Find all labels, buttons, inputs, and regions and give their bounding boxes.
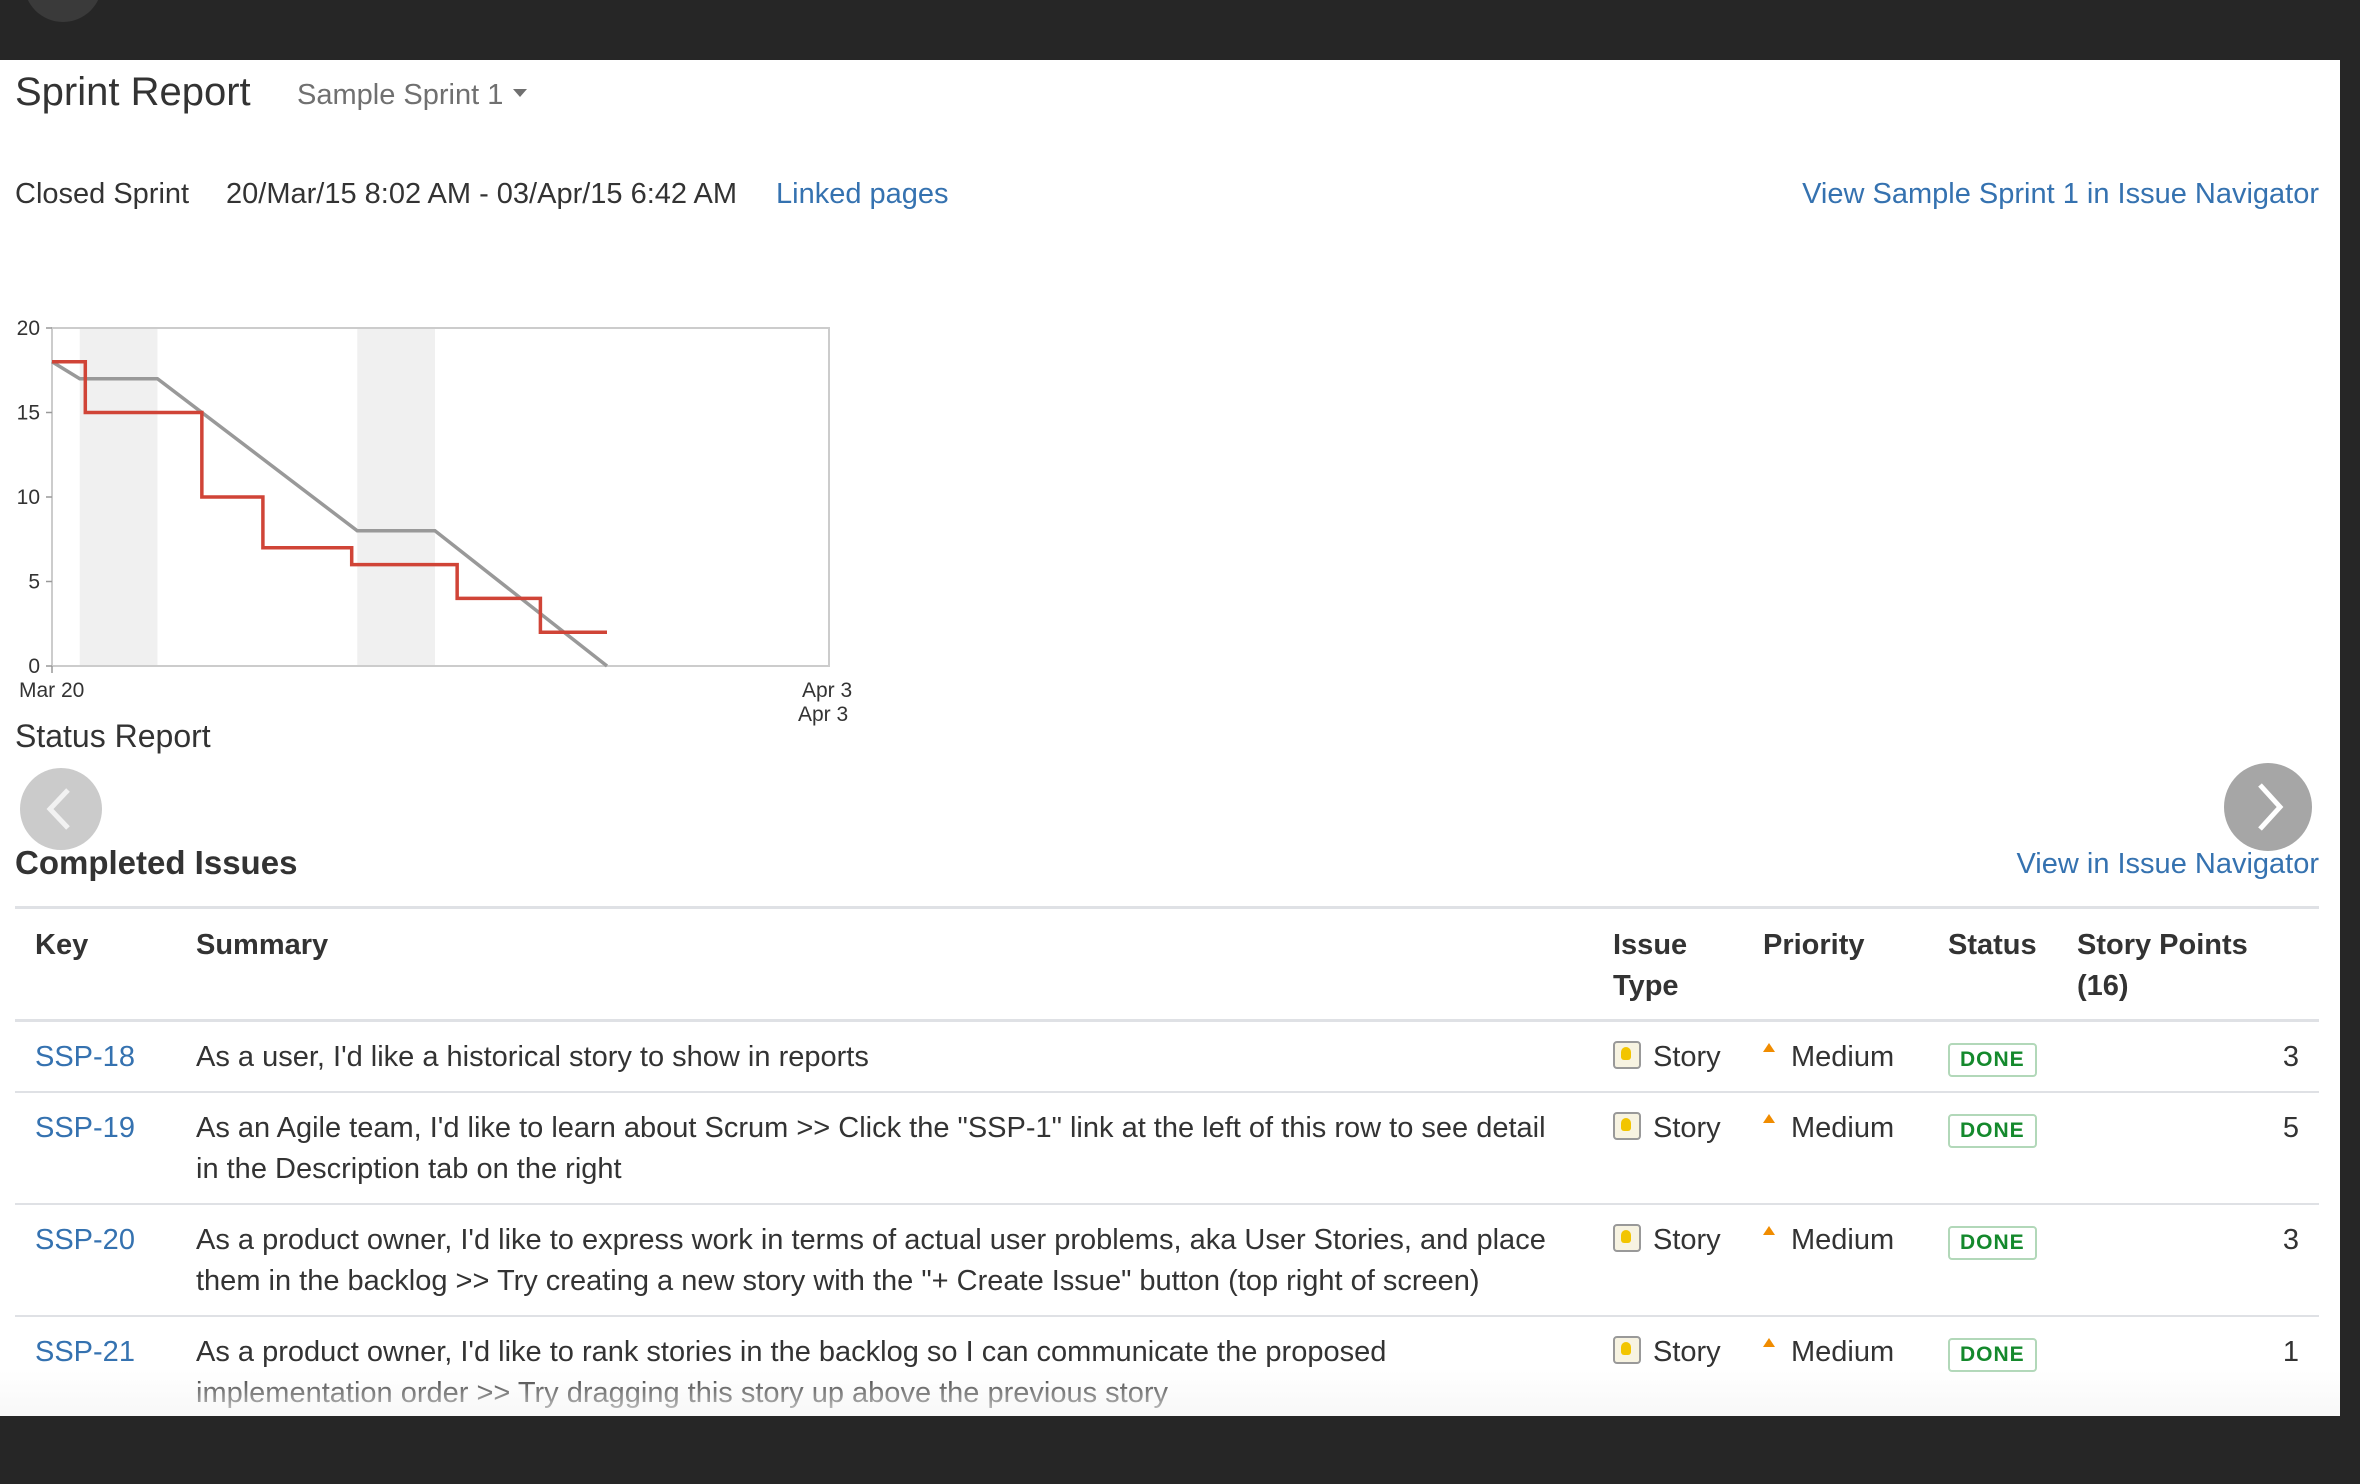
issue-summary: As a product owner, I'd like to express … <box>176 1204 1593 1317</box>
sprint-selector-label: Sample Sprint 1 <box>297 79 504 111</box>
view-sprint-in-navigator-link[interactable]: View Sample Sprint 1 in Issue Navigator <box>1802 178 2319 211</box>
sprint-meta-row: Closed Sprint 20/Mar/15 8:02 AM - 03/Apr… <box>0 178 2340 218</box>
add-icon[interactable] <box>24 0 102 22</box>
priority-label: Medium <box>1791 1224 1895 1256</box>
story-icon <box>1613 1224 1641 1253</box>
status-badge: DONE <box>1948 1043 2037 1077</box>
non-working-day-band <box>357 328 435 666</box>
priority-medium-icon <box>1763 1226 1775 1235</box>
story-icon <box>1613 1041 1641 1070</box>
priority-label: Medium <box>1791 1112 1895 1144</box>
x-tick-label-start: Mar 20 <box>19 679 84 702</box>
priority-label: Medium <box>1791 1336 1895 1368</box>
column-priority[interactable]: Priority <box>1743 906 1928 1022</box>
sprint-report-page: Sprint Report Sample Sprint 1 Closed Spr… <box>0 60 2340 1416</box>
y-tick-label: 15 <box>17 402 40 425</box>
issue-type-label: Story <box>1653 1224 1721 1256</box>
column-story-points[interactable]: Story Points (16) <box>2057 906 2319 1022</box>
bottom-dark-bar <box>0 1416 2360 1484</box>
issue-key-link[interactable]: SSP-19 <box>35 1112 135 1144</box>
top-dark-bar <box>0 0 2360 60</box>
status-badge: DONE <box>1948 1226 2037 1260</box>
story-points: 1 <box>2057 1316 2319 1416</box>
next-slide-button[interactable] <box>2224 763 2312 851</box>
issue-key-link[interactable]: SSP-21 <box>35 1336 135 1368</box>
page-title: Sprint Report <box>15 70 251 114</box>
issue-key-link[interactable]: SSP-20 <box>35 1224 135 1256</box>
column-summary[interactable]: Summary <box>176 906 1593 1022</box>
status-badge: DONE <box>1948 1114 2037 1148</box>
priority-medium-icon <box>1763 1114 1775 1123</box>
burndown-chart: 0 5 10 15 20 Mar 20 Apr 3 Apr 3 <box>0 308 880 753</box>
story-points: 5 <box>2057 1092 2319 1205</box>
y-tick-label: 5 <box>28 571 40 594</box>
chevron-left-icon <box>46 788 70 830</box>
issue-key-link[interactable]: SSP-18 <box>35 1041 135 1073</box>
story-points: 3 <box>2057 1204 2319 1317</box>
column-status[interactable]: Status <box>1928 906 2057 1022</box>
priority-label: Medium <box>1791 1041 1895 1073</box>
table-row: SSP-18 As a user, I'd like a historical … <box>15 1020 2319 1093</box>
story-icon <box>1613 1112 1641 1141</box>
burndown-chart-svg: 0 5 10 15 20 Mar 20 Apr 3Apr 3 <box>17 317 853 726</box>
previous-slide-button[interactable] <box>20 768 102 850</box>
x-tick-label-end: Apr 3 <box>802 679 852 702</box>
story-icon <box>1613 1336 1641 1365</box>
table-header-row: Key Summary Issue Type Priority Status S… <box>15 906 2319 1022</box>
story-points: 3 <box>2057 1020 2319 1093</box>
priority-medium-icon <box>1763 1338 1775 1347</box>
issue-summary: As an Agile team, I'd like to learn abou… <box>176 1092 1593 1205</box>
issue-summary: As a product owner, I'd like to rank sto… <box>176 1316 1593 1416</box>
sprint-state: Closed Sprint <box>15 178 190 210</box>
priority-medium-icon <box>1763 1043 1775 1052</box>
column-key[interactable]: Key <box>15 906 176 1022</box>
sprint-date-range: 20/Mar/15 8:02 AM - 03/Apr/15 6:42 AM <box>226 178 738 210</box>
status-badge: DONE <box>1948 1338 2037 1372</box>
view-in-issue-navigator-link[interactable]: View in Issue Navigator <box>2016 848 2319 881</box>
x-tick-label-end-secondary: Apr 3 <box>798 703 848 726</box>
issue-type-label: Story <box>1653 1112 1721 1144</box>
chevron-right-icon <box>2258 783 2284 831</box>
y-tick-label: 0 <box>28 655 40 678</box>
plot-area <box>52 328 829 666</box>
completed-issues-table: Key Summary Issue Type Priority Status S… <box>15 906 2319 1416</box>
column-issue-type[interactable]: Issue Type <box>1593 906 1743 1022</box>
y-tick-label: 10 <box>17 486 40 509</box>
chevron-down-icon <box>513 89 528 98</box>
table-row: SSP-19 As an Agile team, I'd like to lea… <box>15 1092 2319 1205</box>
status-report-title: Status Report <box>15 718 211 754</box>
sprint-selector[interactable]: Sample Sprint 1 <box>297 79 528 112</box>
y-tick-label: 20 <box>17 317 40 340</box>
linked-pages-link[interactable]: Linked pages <box>776 178 949 211</box>
issue-type-label: Story <box>1653 1336 1721 1368</box>
issue-type-label: Story <box>1653 1041 1721 1073</box>
table-row: SSP-21 As a product owner, I'd like to r… <box>15 1316 2319 1416</box>
issue-summary: As a user, I'd like a historical story t… <box>176 1020 1593 1093</box>
table-row: SSP-20 As a product owner, I'd like to e… <box>15 1204 2319 1317</box>
